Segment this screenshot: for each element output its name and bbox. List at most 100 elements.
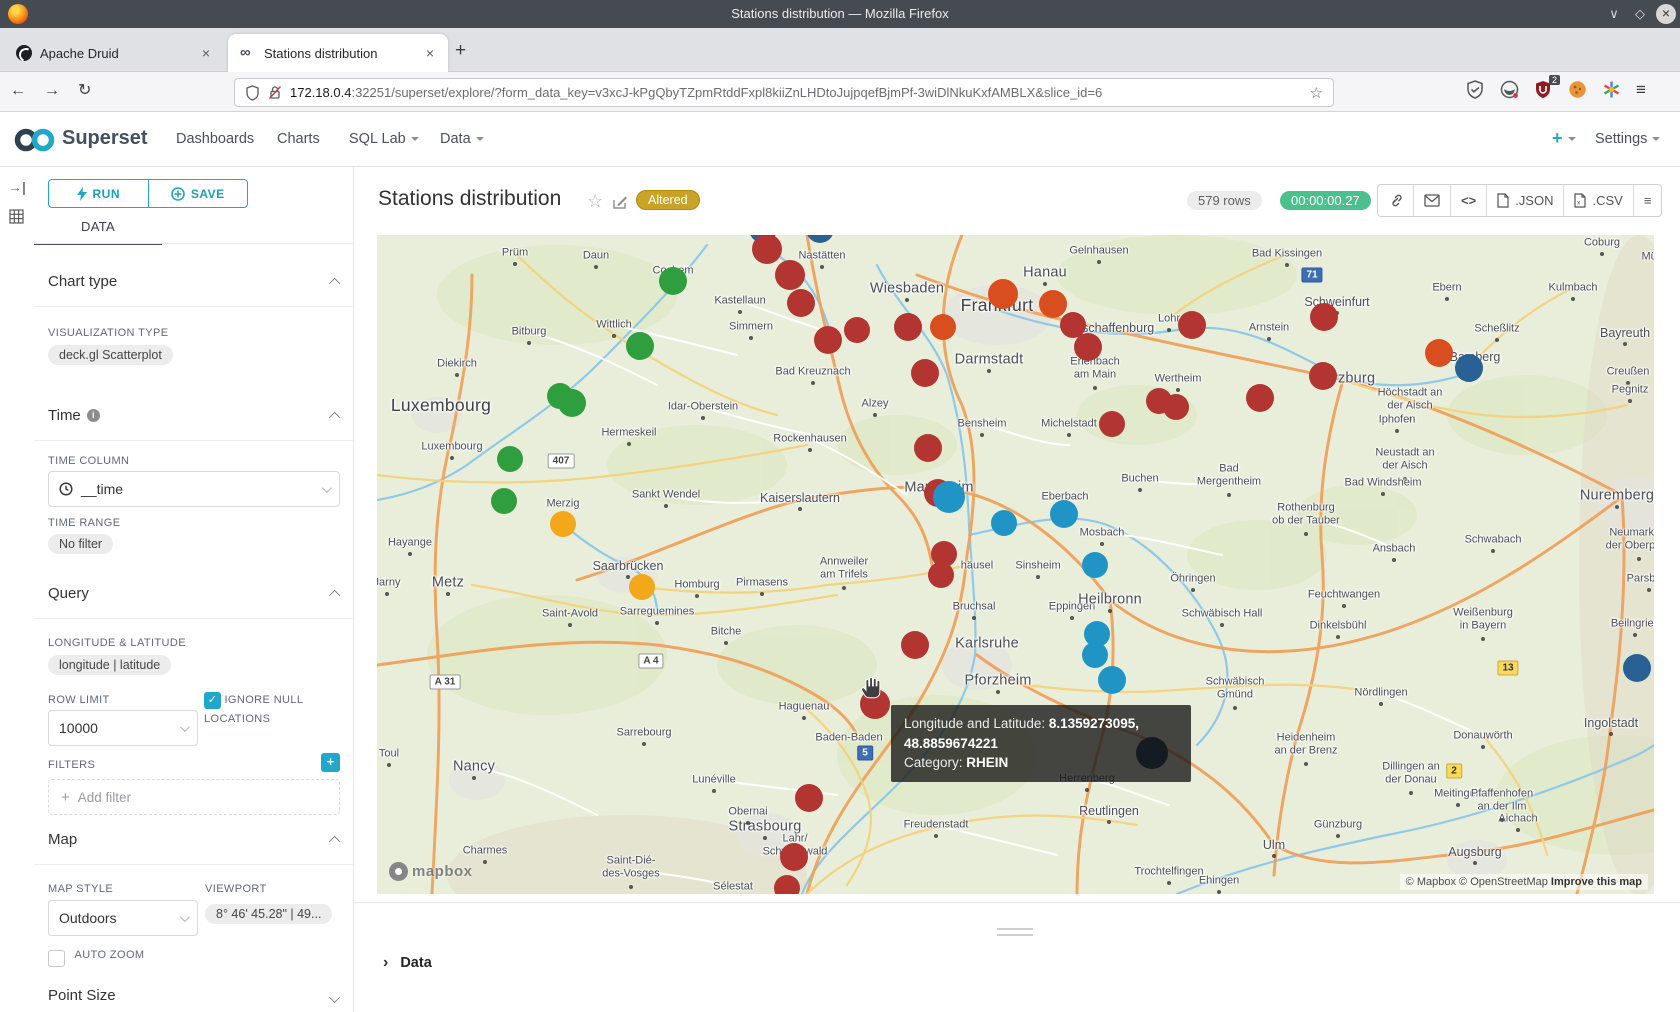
shield-check-extension-icon[interactable] (1466, 80, 1486, 100)
scatter-point[interactable] (558, 389, 586, 417)
scatter-point[interactable] (806, 235, 834, 243)
tracking-shield-icon[interactable] (245, 85, 260, 101)
export-json-button[interactable]: .JSON (1486, 185, 1563, 216)
save-button[interactable]: SAVE (149, 180, 248, 207)
scatter-point[interactable] (894, 313, 922, 341)
mapbox-logo[interactable]: mapbox (389, 862, 473, 881)
bookmark-star-icon[interactable]: ☆ (1310, 84, 1323, 102)
reload-icon[interactable]: ↻ (78, 82, 109, 99)
section-time[interactable]: Timei (48, 407, 340, 424)
embed-code-button[interactable]: <> (1450, 185, 1486, 216)
improve-map-link[interactable]: Improve this map (1551, 876, 1642, 888)
scatter-point[interactable] (1425, 339, 1453, 367)
back-icon[interactable]: ← (10, 82, 44, 99)
export-csv-button[interactable]: x .CSV (1563, 185, 1632, 216)
window-maximize-button[interactable]: ◇ (1630, 4, 1650, 24)
window-minimize-button[interactable]: ∨ (1604, 4, 1624, 24)
add-filter-plus-button[interactable]: + (321, 753, 340, 772)
scatter-point[interactable] (1074, 333, 1102, 361)
edit-pencil-icon[interactable] (612, 194, 628, 210)
scatter-point[interactable] (1039, 290, 1067, 318)
scatter-point[interactable] (1623, 654, 1651, 682)
scatter-point[interactable] (928, 562, 954, 588)
nav-sql-lab[interactable]: SQL Lab (349, 131, 419, 147)
scatter-point[interactable] (844, 317, 870, 343)
add-filter-input[interactable]: + Add filter (48, 779, 340, 815)
scatter-point[interactable] (1455, 354, 1483, 382)
run-button[interactable]: RUN (49, 180, 149, 207)
auto-zoom-control[interactable]: AUTO ZOOM (48, 949, 144, 967)
url-bar[interactable]: 172.18.0.4:32251/superset/explore/?form_… (234, 78, 1334, 107)
favorite-star-icon[interactable]: ☆ (587, 191, 603, 212)
section-query[interactable]: Query (48, 585, 340, 602)
scatter-point[interactable] (814, 326, 842, 354)
tab-data[interactable]: DATA (34, 219, 162, 245)
nav-settings[interactable]: Settings (1595, 131, 1660, 147)
map-canvas[interactable]: PrümDaunCochemNastättenKastellaunSimmern… (377, 235, 1654, 894)
scatter-point[interactable] (780, 843, 808, 871)
lonlat-value[interactable]: longitude | latitude (48, 655, 171, 675)
cookie-extension-icon[interactable] (1568, 80, 1588, 100)
scatter-point[interactable] (774, 875, 800, 894)
scatter-point[interactable] (1246, 384, 1274, 412)
scatter-point[interactable] (933, 481, 965, 513)
scatter-point[interactable] (911, 359, 939, 387)
scatter-point[interactable] (787, 289, 815, 317)
scatter-point[interactable] (1163, 394, 1189, 420)
copy-link-button[interactable] (1378, 185, 1413, 216)
privacy-mask-extension-icon[interactable] (1500, 80, 1520, 100)
data-panel-toggle[interactable]: ›Data (383, 954, 432, 972)
chart-menu-button[interactable]: ≡ (1633, 185, 1662, 216)
map-style-select[interactable]: Outdoors (48, 900, 198, 936)
ignore-null-control[interactable]: ✓ IGNORE NULL LOCATIONS (204, 691, 336, 730)
colorful-asterisk-extension-icon[interactable] (1602, 80, 1622, 100)
superset-brand[interactable]: Superset (62, 127, 148, 150)
scatter-point[interactable] (1098, 666, 1126, 694)
scatter-point[interactable] (1309, 362, 1337, 390)
scatter-point[interactable] (659, 267, 687, 295)
scatter-point[interactable] (901, 631, 929, 659)
collapse-panel-icon[interactable]: →| (8, 179, 26, 195)
scatter-point[interactable] (914, 434, 942, 462)
scatter-point[interactable] (775, 260, 805, 290)
scatter-point[interactable] (1082, 552, 1108, 578)
forward-icon[interactable]: → (44, 82, 78, 99)
scatter-point[interactable] (626, 332, 654, 360)
scatter-point[interactable] (497, 446, 523, 472)
row-limit-select[interactable]: 10000 (48, 710, 198, 746)
tab-stations-distribution[interactable]: ∞ Stations distribution × (228, 34, 448, 72)
checkbox-unchecked-icon[interactable] (48, 950, 65, 967)
scatter-point[interactable] (930, 314, 956, 340)
scatter-point[interactable] (752, 235, 782, 264)
nav-data[interactable]: Data (440, 131, 484, 147)
section-map[interactable]: Map (48, 831, 340, 848)
nav-charts[interactable]: Charts (277, 131, 320, 147)
scatter-point[interactable] (991, 510, 1017, 536)
scatter-point[interactable] (1050, 500, 1078, 528)
nav-dashboards[interactable]: Dashboards (176, 131, 254, 147)
viewport-value[interactable]: 8° 46' 45.28" | 49... (205, 904, 332, 924)
panel-drag-handle[interactable] (997, 928, 1033, 940)
scatter-point[interactable] (1310, 303, 1338, 331)
scatter-point[interactable] (988, 279, 1018, 309)
tab-close-icon[interactable]: × (198, 45, 214, 61)
scatter-point[interactable] (629, 574, 655, 600)
visualization-type-value[interactable]: deck.gl Scatterplot (48, 345, 173, 365)
scatter-point[interactable] (1178, 311, 1206, 339)
checkbox-checked-icon[interactable]: ✓ (204, 692, 221, 709)
dataset-grid-icon[interactable] (9, 209, 24, 224)
scatter-point[interactable] (1099, 411, 1125, 437)
osm-attribution-link[interactable]: © OpenStreetMap (1459, 876, 1548, 888)
new-tab-button[interactable]: + (455, 40, 466, 62)
ublock-extension-icon[interactable]: 2 (1534, 80, 1554, 100)
tab-apache-druid[interactable]: Apache Druid × (4, 34, 224, 72)
mapbox-attribution-link[interactable]: © Mapbox (1406, 876, 1456, 888)
scatter-point[interactable] (491, 488, 517, 514)
insecure-lock-icon[interactable] (268, 85, 282, 100)
time-range-value[interactable]: No filter (48, 534, 113, 554)
browser-menu-icon[interactable]: ≡ (1636, 80, 1646, 100)
window-close-button[interactable]: × (1656, 4, 1676, 24)
section-point-size[interactable]: Point Size (48, 987, 340, 1004)
email-button[interactable] (1413, 185, 1450, 216)
section-chart-type[interactable]: Chart type (48, 273, 340, 290)
